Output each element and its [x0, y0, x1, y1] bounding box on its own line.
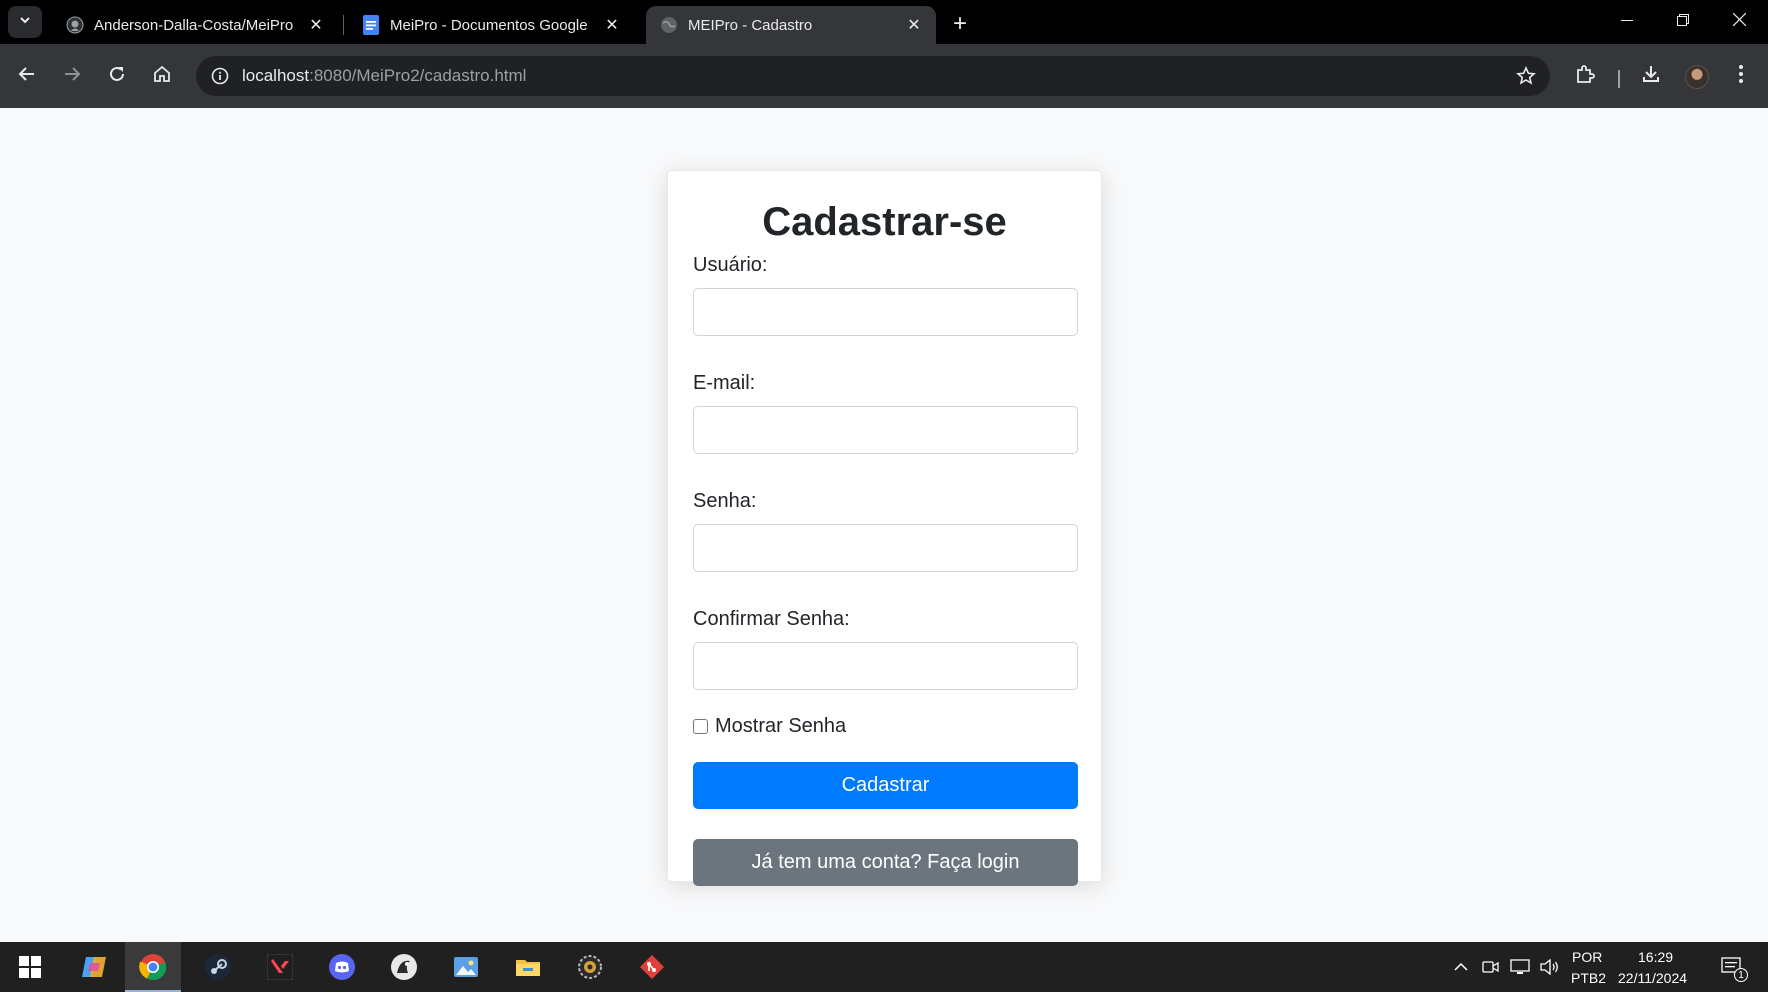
- downloads-button[interactable]: [1633, 58, 1669, 94]
- url-text: localhost:8080/MeiPro2/cadastro.html: [242, 66, 526, 86]
- chrome-icon[interactable]: [125, 942, 181, 992]
- puzzle-icon: [1575, 64, 1595, 89]
- confirm-password-label: Confirmar Senha:: [693, 608, 850, 630]
- language-indicator[interactable]: POR: [1572, 949, 1602, 965]
- login-link-button[interactable]: Já tem uma conta? Faça login: [693, 839, 1078, 886]
- windows-start-icon[interactable]: [2, 942, 58, 992]
- tab-separator: [343, 15, 344, 35]
- reload-icon: [108, 65, 126, 88]
- valorant-icon[interactable]: [252, 942, 308, 992]
- submit-button[interactable]: Cadastrar: [693, 762, 1078, 809]
- tab-github[interactable]: Anderson-Dalla-Costa/MeiPro ✕: [52, 6, 338, 44]
- password-input[interactable]: [693, 524, 1078, 572]
- more-vertical-icon: [1738, 64, 1744, 89]
- password-group: Senha:: [693, 488, 1078, 572]
- google-docs-icon: [362, 15, 380, 35]
- discord-icon[interactable]: [314, 942, 370, 992]
- globe-icon: [660, 16, 678, 34]
- minimize-button[interactable]: [1599, 0, 1655, 44]
- username-label: Usuário:: [693, 254, 768, 276]
- tab-search-button[interactable]: [8, 6, 42, 38]
- back-button[interactable]: [9, 58, 45, 94]
- windows-taskbar: POR PTB2 16:29 22/11/2024 1: [0, 942, 1768, 992]
- arrow-right-icon: [63, 65, 81, 88]
- git-icon[interactable]: [624, 942, 680, 992]
- tab-title: MEIPro - Cadastro: [688, 16, 813, 34]
- restore-button[interactable]: [1655, 0, 1711, 44]
- menu-button[interactable]: [1723, 58, 1759, 94]
- bookmark-star-icon[interactable]: [1514, 64, 1538, 88]
- address-bar[interactable]: localhost:8080/MeiPro2/cadastro.html: [196, 56, 1550, 96]
- browser-tab-strip: Anderson-Dalla-Costa/MeiPro ✕ MeiPro - D…: [0, 0, 1768, 44]
- email-label: E-mail:: [693, 372, 756, 394]
- network-icon[interactable]: [1507, 942, 1533, 992]
- new-tab-button[interactable]: +: [946, 10, 974, 38]
- extensions-button[interactable]: [1567, 58, 1603, 94]
- close-window-button[interactable]: [1711, 0, 1767, 44]
- copilot-icon[interactable]: [66, 942, 122, 992]
- download-icon: [1641, 64, 1661, 89]
- close-icon[interactable]: ✕: [306, 15, 326, 35]
- volume-icon[interactable]: [1537, 942, 1563, 992]
- close-icon: [1732, 12, 1746, 31]
- tab-title: MeiPro - Documentos Google: [390, 16, 588, 34]
- email-group: E-mail:: [693, 370, 1078, 454]
- tab-google-docs[interactable]: MeiPro - Documentos Google ✕: [348, 6, 634, 44]
- game-launcher-icon[interactable]: [376, 942, 432, 992]
- info-icon[interactable]: [200, 56, 240, 96]
- url-path: :8080/MeiPro2/cadastro.html: [309, 66, 527, 85]
- signup-card: Cadastrar-se Usuário: E-mail: Senha: Con…: [667, 170, 1102, 886]
- password-label: Senha:: [693, 490, 757, 512]
- notification-count-badge: 1: [1734, 968, 1748, 982]
- close-icon[interactable]: ✕: [904, 15, 924, 35]
- tab-title: Anderson-Dalla-Costa/MeiPro: [94, 16, 294, 34]
- home-button[interactable]: [144, 58, 180, 94]
- username-group: Usuário:: [693, 252, 1078, 336]
- notification-center-icon[interactable]: 1: [1712, 942, 1752, 992]
- plus-icon: +: [952, 10, 967, 37]
- keyboard-layout-indicator[interactable]: PTB2: [1571, 970, 1606, 986]
- clock-date[interactable]: 22/11/2024: [1618, 970, 1687, 986]
- tab-meipro-cadastro[interactable]: MEIPro - Cadastro ✕: [646, 6, 936, 44]
- show-password-option[interactable]: Mostrar Senha: [693, 715, 1076, 738]
- chevron-down-icon: [18, 13, 32, 32]
- email-input[interactable]: [693, 406, 1078, 454]
- close-icon[interactable]: ✕: [602, 15, 622, 35]
- username-input[interactable]: [693, 288, 1078, 336]
- file-explorer-icon[interactable]: [500, 942, 556, 992]
- browser-toolbar: localhost:8080/MeiPro2/cadastro.html: [0, 44, 1768, 108]
- show-password-checkbox[interactable]: [693, 719, 708, 734]
- steam-icon[interactable]: [190, 942, 246, 992]
- minimize-icon: [1621, 13, 1633, 31]
- tray-expand-icon[interactable]: [1450, 942, 1472, 992]
- show-password-label: Mostrar Senha: [715, 715, 847, 737]
- arrow-left-icon: [18, 65, 36, 88]
- url-host: localhost: [242, 66, 310, 85]
- image-viewer-icon[interactable]: [438, 942, 494, 992]
- settings-gear-icon[interactable]: [562, 942, 618, 992]
- meet-now-icon[interactable]: [1479, 942, 1503, 992]
- confirm-password-group: Confirmar Senha:: [693, 606, 1078, 690]
- confirm-password-input[interactable]: [693, 642, 1078, 690]
- profile-avatar[interactable]: [1685, 65, 1709, 89]
- clock-time[interactable]: 16:29: [1638, 949, 1673, 965]
- restore-icon: [1677, 13, 1689, 31]
- toolbar-divider: [1618, 70, 1620, 88]
- forward-button[interactable]: [54, 58, 90, 94]
- page-title: Cadastrar-se: [762, 200, 1007, 244]
- home-icon: [153, 65, 171, 88]
- reload-button[interactable]: [99, 58, 135, 94]
- github-icon: [66, 16, 84, 34]
